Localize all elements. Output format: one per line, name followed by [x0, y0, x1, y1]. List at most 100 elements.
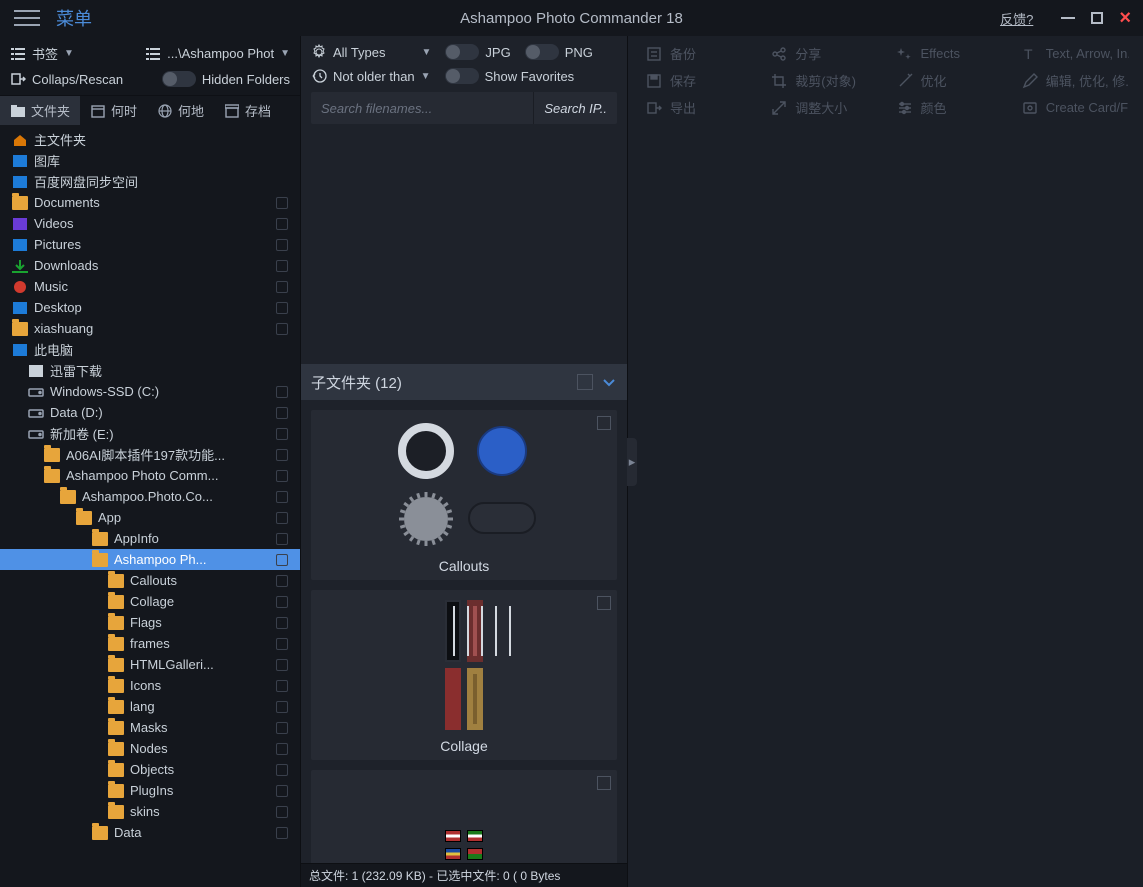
tree-node-checkbox[interactable]	[276, 764, 288, 776]
hamburger-menu-icon[interactable]	[14, 3, 44, 33]
tree-node-checkbox[interactable]	[276, 827, 288, 839]
create-card-button[interactable]: Create Card/Frai	[1022, 98, 1129, 117]
tree-node-checkbox[interactable]	[276, 554, 288, 566]
tree-node-checkbox[interactable]	[276, 533, 288, 545]
backup-button[interactable]: 备份	[646, 44, 753, 63]
menu-label[interactable]: 菜单	[56, 5, 92, 31]
tab-archive[interactable]: 存档	[214, 96, 281, 125]
tree-node[interactable]: Nodes	[0, 738, 300, 759]
tree-node[interactable]: Callouts	[0, 570, 300, 591]
tree-node-checkbox[interactable]	[276, 218, 288, 230]
subfolder-card[interactable]: Flags	[311, 770, 617, 863]
minimize-icon[interactable]	[1061, 17, 1075, 19]
tab-when[interactable]: 何时	[80, 96, 147, 125]
all-types-dropdown[interactable]: All Types ▼	[311, 44, 431, 60]
tree-node[interactable]: Flags	[0, 612, 300, 633]
select-all-checkbox[interactable]	[577, 374, 593, 390]
edit-opt-button[interactable]: 编辑, 优化, 修...	[1022, 71, 1129, 90]
feedback-link[interactable]: 反馈?	[1000, 9, 1033, 28]
search-ip-button[interactable]: Search IP..	[533, 92, 617, 124]
tree-node[interactable]: Objects	[0, 759, 300, 780]
tree-node-checkbox[interactable]	[276, 470, 288, 482]
subfolder-list[interactable]: Callouts Collage Flags frames	[301, 400, 627, 863]
tree-node[interactable]: 新加卷 (E:)	[0, 423, 300, 444]
tree-node-checkbox[interactable]	[276, 281, 288, 293]
tree-node-checkbox[interactable]	[276, 302, 288, 314]
tree-node-checkbox[interactable]	[276, 512, 288, 524]
tree-node-checkbox[interactable]	[276, 638, 288, 650]
tree-node[interactable]: Collage	[0, 591, 300, 612]
tree-node-checkbox[interactable]	[276, 239, 288, 251]
tree-node[interactable]: Music	[0, 276, 300, 297]
tree-node[interactable]: AppInfo	[0, 528, 300, 549]
jpg-toggle[interactable]: JPG	[445, 44, 510, 60]
tab-where[interactable]: 何地	[147, 96, 214, 125]
bookmarks-dropdown[interactable]: 书签 ▼	[10, 44, 74, 63]
tree-node-checkbox[interactable]	[276, 806, 288, 818]
tree-node[interactable]: Masks	[0, 717, 300, 738]
tree-node[interactable]: Ashampoo Ph...	[0, 549, 300, 570]
chevron-down-icon[interactable]	[601, 374, 617, 390]
card-checkbox[interactable]	[597, 416, 611, 430]
tree-node-checkbox[interactable]	[276, 575, 288, 587]
tree-node-checkbox[interactable]	[276, 617, 288, 629]
panel-expander[interactable]: ▸	[627, 438, 637, 486]
card-checkbox[interactable]	[597, 776, 611, 790]
tree-node-checkbox[interactable]	[276, 491, 288, 503]
tree-node[interactable]: PlugIns	[0, 780, 300, 801]
tree-node-checkbox[interactable]	[276, 407, 288, 419]
search-input[interactable]	[311, 101, 533, 116]
tree-node-checkbox[interactable]	[276, 701, 288, 713]
text-arrow-button[interactable]: TText, Arrow, In...	[1022, 44, 1129, 63]
tree-node[interactable]: Ashampoo.Photo.Co...	[0, 486, 300, 507]
tree-node[interactable]: 此电脑	[0, 339, 300, 360]
effects-button[interactable]: Effects	[897, 44, 1004, 63]
optimize-button[interactable]: 优化	[897, 71, 1004, 90]
hidden-folders-toggle[interactable]: Hidden Folders	[162, 71, 290, 87]
folder-tree[interactable]: 主文件夹图库百度网盘同步空间DocumentsVideosPicturesDow…	[0, 125, 300, 887]
tree-node[interactable]: frames	[0, 633, 300, 654]
export-button[interactable]: 导出	[646, 98, 753, 117]
tree-node-checkbox[interactable]	[276, 659, 288, 671]
collaps-rescan-button[interactable]: Collaps/Rescan	[10, 71, 123, 87]
tree-node[interactable]: Windows-SSD (C:)	[0, 381, 300, 402]
path-dropdown[interactable]: ...\Ashampoo Phot ▼	[145, 46, 290, 62]
share-button[interactable]: 分享	[771, 44, 878, 63]
tree-node-checkbox[interactable]	[276, 386, 288, 398]
tree-node-checkbox[interactable]	[276, 743, 288, 755]
tree-node[interactable]: Data	[0, 822, 300, 843]
tree-node-checkbox[interactable]	[276, 323, 288, 335]
card-checkbox[interactable]	[597, 596, 611, 610]
tree-node-checkbox[interactable]	[276, 260, 288, 272]
subfolder-card[interactable]: Collage	[311, 590, 617, 760]
color-button[interactable]: 颜色	[897, 98, 1004, 117]
tree-node[interactable]: Pictures	[0, 234, 300, 255]
tab-folders[interactable]: 文件夹	[0, 96, 80, 125]
resize-button[interactable]: 调整大小	[771, 98, 878, 117]
close-icon[interactable]: ×	[1119, 12, 1131, 24]
tree-node-checkbox[interactable]	[276, 596, 288, 608]
show-favorites-toggle[interactable]: Show Favorites	[445, 68, 575, 84]
tree-node-checkbox[interactable]	[276, 722, 288, 734]
not-older-dropdown[interactable]: Not older than ▼	[311, 68, 431, 84]
tree-node-checkbox[interactable]	[276, 680, 288, 692]
tree-node[interactable]: Icons	[0, 675, 300, 696]
tree-node-checkbox[interactable]	[276, 449, 288, 461]
maximize-icon[interactable]	[1091, 12, 1103, 24]
tree-node[interactable]: A06AI脚本插件197款功能...	[0, 444, 300, 465]
tree-node[interactable]: 图库	[0, 150, 300, 171]
tree-node[interactable]: Ashampoo Photo Comm...	[0, 465, 300, 486]
tree-node[interactable]: App	[0, 507, 300, 528]
tree-node[interactable]: Desktop	[0, 297, 300, 318]
save-button[interactable]: 保存	[646, 71, 753, 90]
tree-node[interactable]: 主文件夹	[0, 129, 300, 150]
tree-node-checkbox[interactable]	[276, 785, 288, 797]
crop-button[interactable]: 裁剪(对象)	[771, 71, 878, 90]
tree-node-checkbox[interactable]	[276, 197, 288, 209]
tree-node[interactable]: Videos	[0, 213, 300, 234]
tree-node-checkbox[interactable]	[276, 428, 288, 440]
tree-node[interactable]: 百度网盘同步空间	[0, 171, 300, 192]
png-toggle[interactable]: PNG	[525, 44, 593, 60]
tree-node[interactable]: 迅雷下载	[0, 360, 300, 381]
tree-node[interactable]: lang	[0, 696, 300, 717]
